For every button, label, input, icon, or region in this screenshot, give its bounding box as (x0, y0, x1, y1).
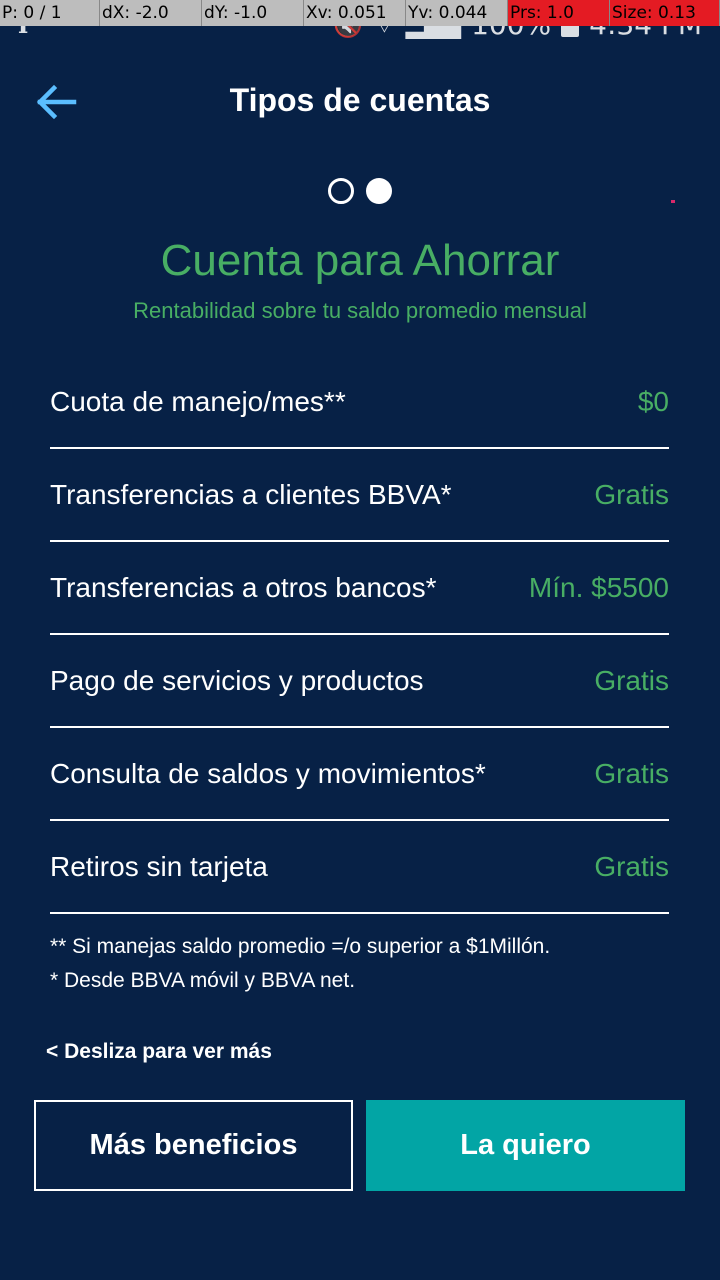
account-subtitle: Rentabilidad sobre tu saldo promedio men… (133, 298, 587, 323)
feature-label: Transferencias a clientes BBVA* (50, 478, 452, 510)
page-dot-2-active[interactable] (366, 178, 392, 204)
feature-row: Cuota de manejo/mes** $0 (50, 356, 669, 449)
feature-value: Mín. $5500 (528, 571, 669, 603)
debug-dx: dX: -2.0 (100, 0, 202, 26)
feature-label: Consulta de saldos y movimientos* (50, 757, 486, 789)
swipe-hint-link[interactable]: < Desliza para ver más (46, 1040, 272, 1064)
page-dot-1[interactable] (328, 178, 354, 204)
more-benefits-button[interactable]: Más beneficios (34, 1100, 353, 1191)
artifact-mark (671, 200, 675, 203)
app-header: Tipos de cuentas (0, 70, 720, 136)
debug-yv: Yv: 0.044 (406, 0, 508, 26)
feature-label: Transferencias a otros bancos* (50, 571, 437, 603)
feature-row: Transferencias a clientes BBVA* Gratis (50, 449, 669, 542)
footnote-single-asterisk: * Desde BBVA móvil y BBVA net. (50, 969, 356, 992)
feature-row: Consulta de saldos y movimientos* Gratis (50, 728, 669, 821)
feature-value: Gratis (594, 850, 669, 882)
feature-label: Cuota de manejo/mes** (50, 385, 346, 417)
footnotes: ** Si manejas saldo promedio =/o superio… (50, 930, 690, 998)
feature-value: Gratis (594, 664, 669, 696)
account-name: Cuenta para Ahorrar (160, 236, 560, 285)
pointer-debug-overlay: P: 0 / 1 dX: -2.0 dY: -1.0 Xv: 0.051 Yv:… (0, 0, 720, 26)
feature-value: Gratis (594, 478, 669, 510)
feature-row: Retiros sin tarjeta Gratis (50, 821, 669, 914)
feature-value: $0 (637, 385, 669, 417)
want-it-button[interactable]: La quiero (366, 1100, 685, 1191)
debug-xv: Xv: 0.051 (304, 0, 406, 26)
debug-pointer-count: P: 0 / 1 (0, 0, 100, 26)
feature-row: Transferencias a otros bancos* Mín. $550… (50, 542, 669, 635)
page-title: Tipos de cuentas (229, 82, 491, 118)
feature-list: Cuota de manejo/mes** $0 Transferencias … (50, 356, 669, 914)
footnote-double-asterisk: ** Si manejas saldo promedio =/o superio… (50, 935, 551, 958)
feature-label: Pago de servicios y productos (50, 664, 424, 696)
feature-value: Gratis (594, 757, 669, 789)
debug-dy: dY: -1.0 (202, 0, 304, 26)
page-indicator (328, 178, 392, 204)
feature-row: Pago de servicios y productos Gratis (50, 635, 669, 728)
debug-size: Size: 0.13 (610, 0, 720, 26)
feature-label: Retiros sin tarjeta (50, 850, 268, 882)
debug-pressure: Prs: 1.0 (508, 0, 610, 26)
